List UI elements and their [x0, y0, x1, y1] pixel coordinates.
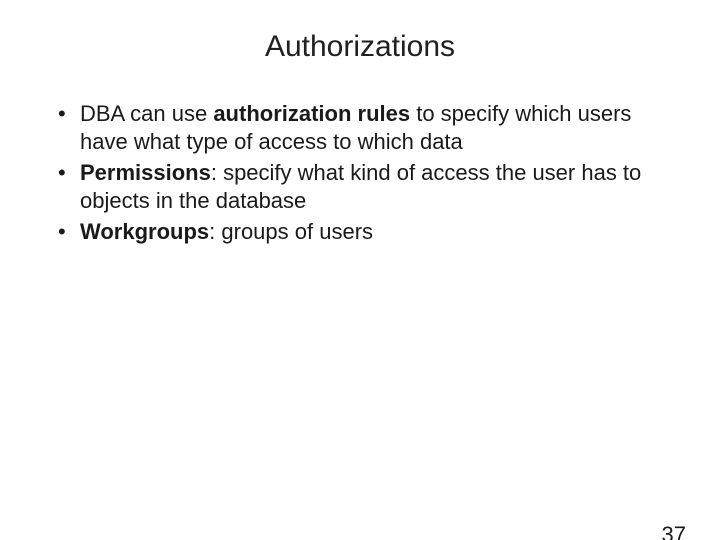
slide-title: Authorizations [0, 30, 720, 64]
list-item: Workgroups: groups of users [50, 218, 670, 246]
bullet-list: DBA can use authorization rules to speci… [50, 100, 670, 246]
bullet-text-bold: authorization rules [213, 101, 410, 126]
bullet-text-bold: Permissions [80, 160, 211, 185]
slide-body: DBA can use authorization rules to speci… [0, 100, 720, 246]
slide: Authorizations DBA can use authorization… [0, 30, 720, 540]
bullet-text-pre: DBA can use [80, 101, 213, 126]
list-item: DBA can use authorization rules to speci… [50, 100, 670, 155]
list-item: Permissions: specify what kind of access… [50, 159, 670, 214]
bullet-text-bold: Workgroups [80, 219, 209, 244]
bullet-text-post: : groups of users [209, 219, 373, 244]
page-number: 37 [662, 522, 686, 540]
